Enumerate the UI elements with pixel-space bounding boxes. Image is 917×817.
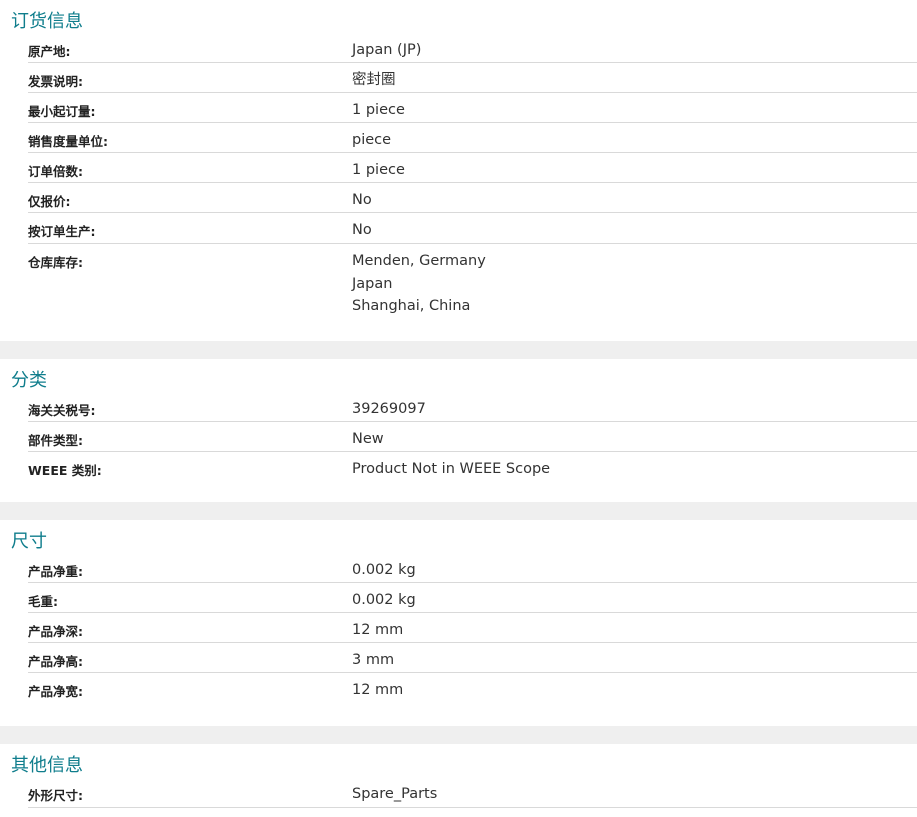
spec-row-warehouse-stock: 仓库库存: Menden, Germany Japan Shanghai, Ch…	[28, 244, 917, 322]
spec-label: 产品净深:	[28, 624, 83, 639]
spec-label: 按订单生产:	[28, 224, 96, 239]
spec-value: 3 mm	[352, 652, 395, 668]
warehouse-location: Shanghai, China	[352, 298, 471, 314]
other-info-list: 外形尺寸: Spare_Parts	[28, 777, 917, 808]
spec-label: 产品净高:	[28, 654, 83, 669]
spec-row-quote-only: 仅报价: No	[28, 183, 917, 213]
spec-label: 毛重:	[28, 594, 58, 609]
spec-row-net-weight: 产品净重: 0.002 kg	[28, 553, 917, 583]
classification-section: 分类 海关关税号: 39269097 部件类型: New WEEE 类别: Pr…	[0, 359, 917, 502]
spec-row-form-factor: 外形尺寸: Spare_Parts	[28, 777, 917, 808]
spec-label: 外形尺寸:	[28, 788, 83, 803]
dimensions-section: 尺寸 产品净重: 0.002 kg 毛重: 0.002 kg 产品净深: 12 …	[0, 520, 917, 726]
warehouse-location: Menden, Germany	[352, 253, 486, 269]
spec-row-minimum-order-quantity: 最小起订量: 1 piece	[28, 93, 917, 123]
section-separator	[0, 726, 917, 744]
spec-row-sales-unit: 销售度量单位: piece	[28, 123, 917, 153]
ordering-info-list: 原产地: Japan (JP) 发票说明: 密封圈 最小起订量: 1 piece…	[28, 33, 917, 322]
spec-label: 海关关税号:	[28, 403, 96, 418]
spec-row-part-type: 部件类型: New	[28, 422, 917, 452]
spec-label: 产品净宽:	[28, 684, 83, 699]
ordering-info-section: 订货信息 原产地: Japan (JP) 发票说明: 密封圈 最小起订量: 1 …	[0, 0, 917, 341]
section-separator	[0, 341, 917, 359]
spec-value: 0.002 kg	[352, 592, 416, 608]
spec-value: Japan (JP)	[352, 42, 422, 58]
spec-row-customs-tariff-number: 海关关税号: 39269097	[28, 392, 917, 422]
section-title-classification: 分类	[11, 370, 47, 391]
spec-row-net-height: 产品净高: 3 mm	[28, 643, 917, 673]
spec-label: 部件类型:	[28, 433, 83, 448]
section-title-other-info: 其他信息	[11, 755, 83, 776]
spec-label: 最小起订量:	[28, 104, 96, 119]
spec-row-net-width: 产品净宽: 12 mm	[28, 673, 917, 703]
spec-label: 原产地:	[28, 44, 71, 59]
spec-value: New	[352, 431, 384, 447]
spec-row-invoice-description: 发票说明: 密封圈	[28, 63, 917, 93]
classification-list: 海关关税号: 39269097 部件类型: New WEEE 类别: Produ…	[28, 392, 917, 482]
other-info-section: 其他信息 外形尺寸: Spare_Parts	[0, 744, 917, 817]
section-title-ordering-info: 订货信息	[11, 11, 83, 32]
section-separator	[0, 502, 917, 520]
spec-value: 12 mm	[352, 622, 404, 638]
spec-value: No	[352, 222, 372, 238]
spec-value: No	[352, 192, 372, 208]
spec-value-list: Menden, Germany Japan Shanghai, China	[352, 244, 486, 322]
spec-label: 产品净重:	[28, 564, 83, 579]
product-details-page: 订货信息 原产地: Japan (JP) 发票说明: 密封圈 最小起订量: 1 …	[0, 0, 917, 817]
spec-row-country-of-origin: 原产地: Japan (JP)	[28, 33, 917, 63]
spec-row-net-depth: 产品净深: 12 mm	[28, 613, 917, 643]
spec-value: 1 piece	[352, 102, 405, 118]
dimensions-list: 产品净重: 0.002 kg 毛重: 0.002 kg 产品净深: 12 mm …	[28, 553, 917, 703]
spec-label: 发票说明:	[28, 74, 83, 89]
section-title-dimensions: 尺寸	[11, 531, 47, 552]
spec-value: 0.002 kg	[352, 562, 416, 578]
spec-label: WEEE 类别:	[28, 463, 102, 478]
spec-value: 12 mm	[352, 682, 404, 698]
spec-label: 仅报价:	[28, 194, 71, 209]
spec-row-gross-weight: 毛重: 0.002 kg	[28, 583, 917, 613]
spec-row-order-multiple: 订单倍数: 1 piece	[28, 153, 917, 183]
spec-value: Spare_Parts	[352, 786, 438, 802]
spec-label: 仓库库存:	[28, 255, 83, 270]
spec-value: Product Not in WEEE Scope	[352, 461, 551, 477]
spec-row-weee-category: WEEE 类别: Product Not in WEEE Scope	[28, 452, 917, 482]
spec-label: 订单倍数:	[28, 164, 83, 179]
spec-value: piece	[352, 132, 392, 148]
warehouse-location: Japan	[352, 275, 393, 292]
spec-row-made-to-order: 按订单生产: No	[28, 213, 917, 244]
spec-value: 39269097	[352, 401, 426, 417]
spec-value: 密封圈	[352, 72, 396, 88]
spec-value: 1 piece	[352, 162, 405, 178]
spec-label: 销售度量单位:	[28, 134, 108, 149]
